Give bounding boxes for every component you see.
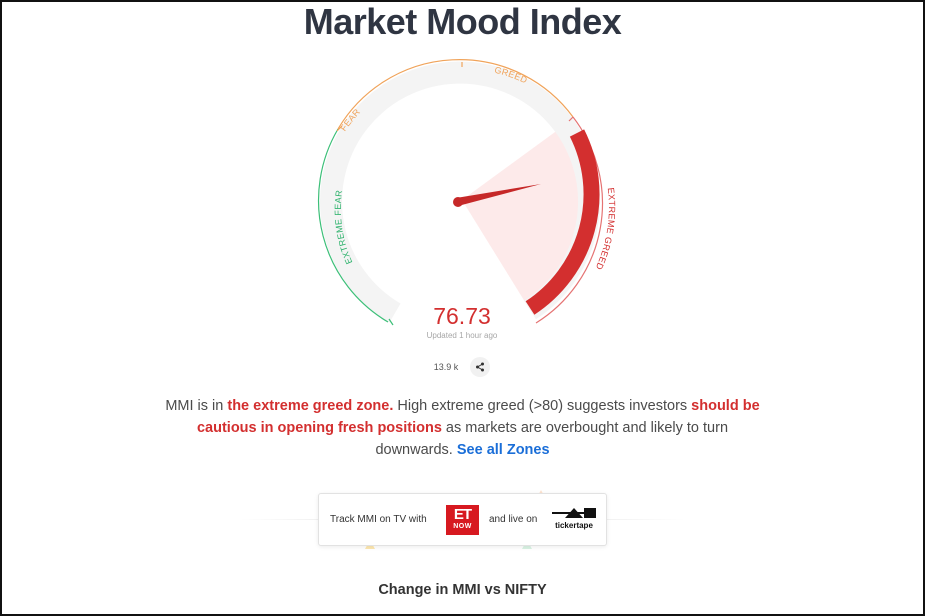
share-button[interactable] [470, 357, 490, 377]
tickertape-logo[interactable]: tickertape [552, 508, 596, 534]
needle-hub [453, 197, 463, 207]
track-middle-text: and live on [489, 514, 538, 525]
track-mmi-banner[interactable]: Track MMI on TV with ET NOW and live on … [318, 493, 607, 546]
track-prefix-text: Track MMI on TV with [330, 514, 427, 525]
see-all-zones-link[interactable]: See all Zones [457, 442, 550, 458]
zone-highlight: the extreme greed zone. [227, 398, 394, 414]
mmi-description: MMI is in the extreme greed zone. High e… [160, 395, 765, 461]
view-count: 13.9 k [433, 362, 459, 372]
mmi-value: 76.73 [433, 303, 491, 329]
updated-timestamp: Updated 1 hour ago [426, 331, 498, 340]
tickertape-mark-icon [552, 508, 596, 518]
share-icon [476, 362, 484, 372]
description-text: High extreme greed (>80) suggests invest… [393, 398, 692, 414]
description-text: MMI is in [165, 398, 228, 414]
et-now-logo[interactable]: ET NOW [446, 505, 479, 535]
section-title: Change in MMI vs NIFTY [378, 582, 547, 598]
